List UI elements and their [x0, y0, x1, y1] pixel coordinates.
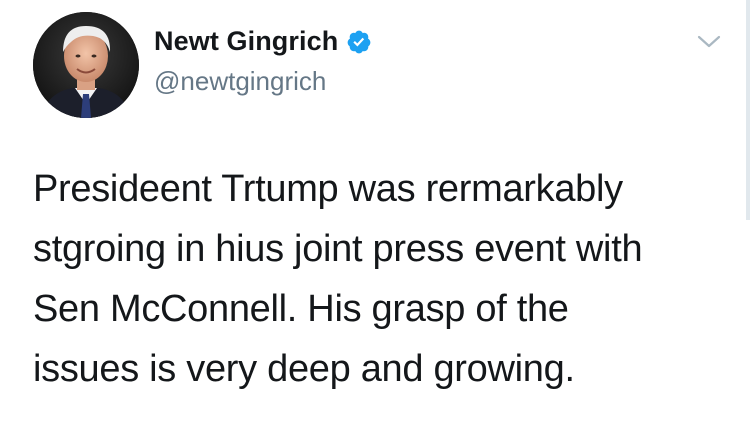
tweet-text-line: stgroing in hius joint press event with — [33, 228, 643, 270]
avatar[interactable] — [33, 12, 139, 118]
tweet-card: Newt Gingrich @newtgingrich Presideent T… — [0, 0, 750, 430]
display-name[interactable]: Newt Gingrich — [154, 26, 338, 57]
tweet-text-line: Presideent Trtump was rermarkably — [33, 168, 623, 210]
verified-badge-icon — [346, 29, 372, 55]
chevron-down-icon[interactable] — [696, 32, 722, 52]
tweet-text-line: Sen McConnell. His grasp of the — [33, 288, 569, 330]
scrollbar-edge — [746, 0, 750, 220]
tweet-text-line: issues is very deep and growing. — [33, 348, 575, 390]
author-name-row[interactable]: Newt Gingrich — [154, 26, 372, 57]
author-handle[interactable]: @newtgingrich — [154, 66, 326, 97]
tweet-text: Presideent Trtump was rermarkably stgroi… — [33, 159, 723, 399]
avatar-image — [33, 12, 139, 118]
